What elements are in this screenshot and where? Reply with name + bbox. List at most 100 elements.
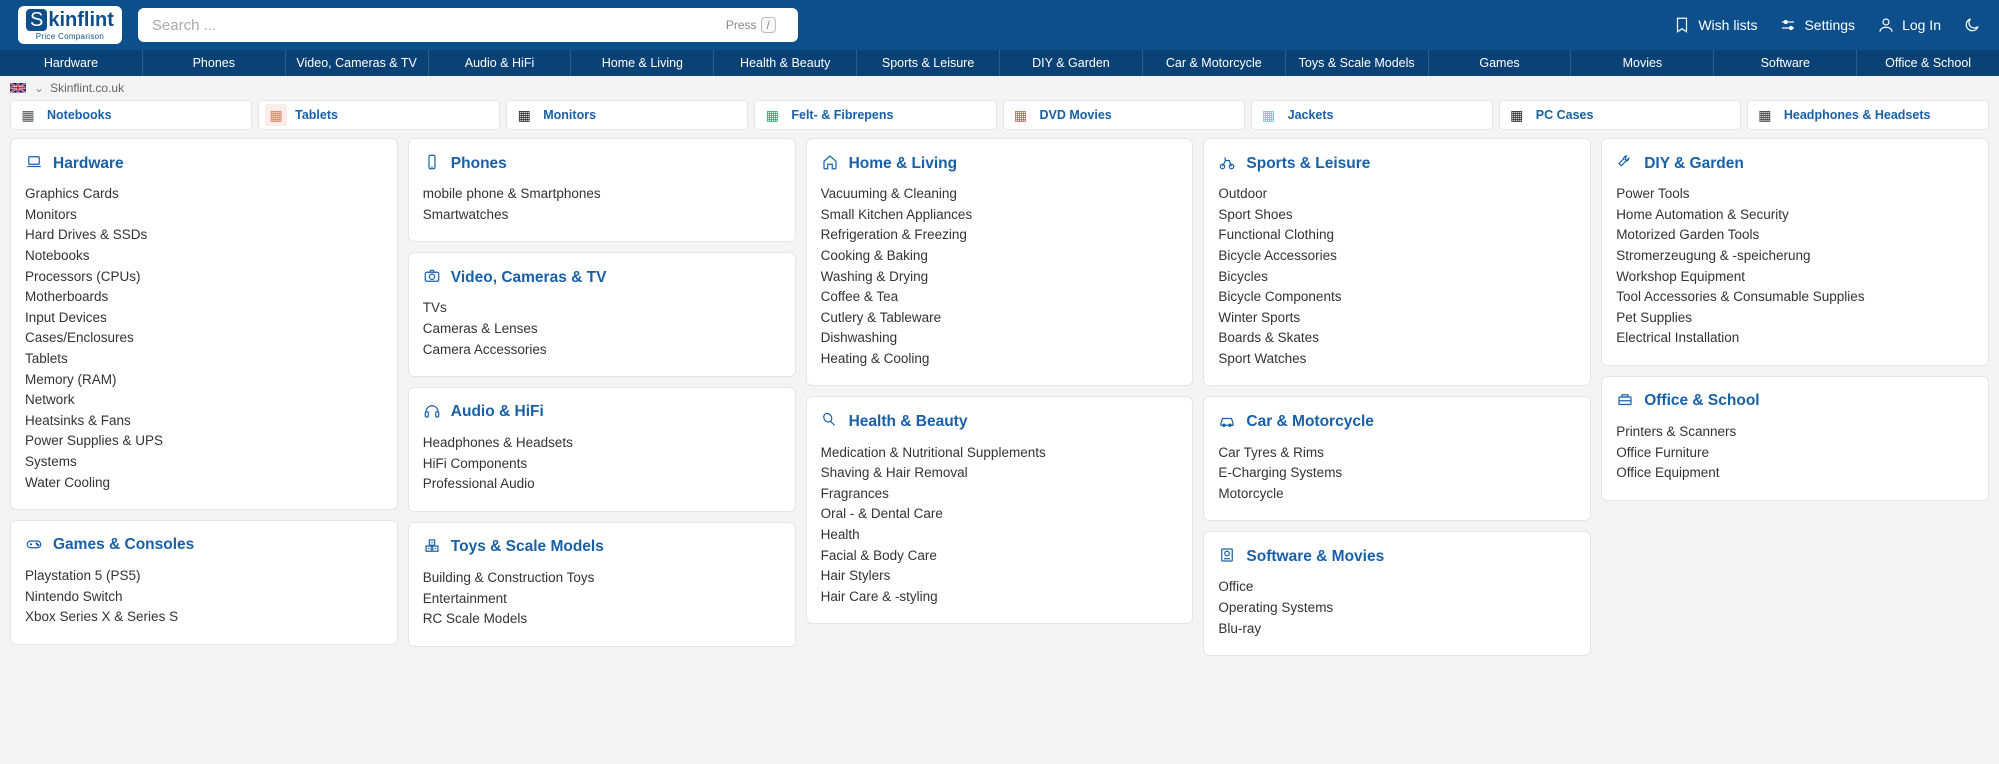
category-link[interactable]: Coffee & Tea	[821, 287, 1179, 308]
category-link[interactable]: Cooking & Baking	[821, 246, 1179, 267]
category-link[interactable]: Outdoor	[1218, 184, 1576, 205]
card-title[interactable]: Car & Motorcycle	[1246, 413, 1373, 431]
category-link[interactable]: Vacuuming & Cleaning	[821, 184, 1179, 205]
category-link[interactable]: Sport Watches	[1218, 349, 1576, 370]
category-link[interactable]: Pet Supplies	[1616, 308, 1974, 329]
card-title[interactable]: Office & School	[1644, 392, 1759, 410]
category-link[interactable]: Xbox Series X & Series S	[25, 607, 383, 628]
category-link[interactable]: Tool Accessories & Consumable Supplies	[1616, 287, 1974, 308]
category-link[interactable]: Heating & Cooling	[821, 349, 1179, 370]
category-link[interactable]: Headphones & Headsets	[423, 433, 781, 454]
category-link[interactable]: Cutlery & Tableware	[821, 308, 1179, 329]
quick-link[interactable]: ▦Monitors	[506, 100, 748, 130]
card-title[interactable]: Video, Cameras & TV	[451, 269, 607, 287]
category-link[interactable]: Shaving & Hair Removal	[821, 463, 1179, 484]
category-link[interactable]: Car Tyres & Rims	[1218, 442, 1576, 463]
theme-toggle[interactable]	[1963, 16, 1981, 34]
category-link[interactable]: Heatsinks & Fans	[25, 411, 383, 432]
logo[interactable]: Skinflint Price Comparison	[18, 6, 122, 44]
category-link[interactable]: Stromerzeugung & -speicherung	[1616, 246, 1974, 267]
nav-item[interactable]: Office & School	[1857, 50, 1999, 76]
nav-item[interactable]: DIY & Garden	[1000, 50, 1143, 76]
card-title[interactable]: Toys & Scale Models	[451, 538, 604, 556]
nav-item[interactable]: Software	[1714, 50, 1857, 76]
flag-icon[interactable]	[10, 83, 26, 93]
category-link[interactable]: Playstation 5 (PS5)	[25, 566, 383, 587]
category-link[interactable]: Oral - & Dental Care	[821, 504, 1179, 525]
category-link[interactable]: Building & Construction Toys	[423, 568, 781, 589]
category-link[interactable]: Network	[25, 390, 383, 411]
category-link[interactable]: Office Furniture	[1616, 442, 1974, 463]
category-link[interactable]: Cameras & Lenses	[423, 319, 781, 340]
category-link[interactable]: Memory (RAM)	[25, 369, 383, 390]
quick-link[interactable]: ▦Notebooks	[10, 100, 252, 130]
nav-item[interactable]: Phones	[143, 50, 286, 76]
category-link[interactable]: Bicycle Accessories	[1218, 246, 1576, 267]
category-link[interactable]: Dishwashing	[821, 328, 1179, 349]
nav-item[interactable]: Video, Cameras & TV	[286, 50, 429, 76]
category-link[interactable]: Camera Accessories	[423, 339, 781, 360]
quick-link[interactable]: ▦Jackets	[1251, 100, 1493, 130]
category-link[interactable]: Operating Systems	[1218, 598, 1576, 619]
category-link[interactable]: Refrigeration & Freezing	[821, 225, 1179, 246]
category-link[interactable]: Office	[1218, 577, 1576, 598]
category-link[interactable]: Sport Shoes	[1218, 205, 1576, 226]
category-link[interactable]: Smartwatches	[423, 205, 781, 226]
category-link[interactable]: Entertainment	[423, 588, 781, 609]
nav-item[interactable]: Sports & Leisure	[857, 50, 1000, 76]
quick-link[interactable]: ▦Felt- & Fibrepens	[754, 100, 996, 130]
category-link[interactable]: Washing & Drying	[821, 266, 1179, 287]
category-link[interactable]: E-Charging Systems	[1218, 463, 1576, 484]
card-title[interactable]: Games & Consoles	[53, 536, 194, 554]
category-link[interactable]: Winter Sports	[1218, 308, 1576, 329]
quick-link[interactable]: ▦DVD Movies	[1003, 100, 1245, 130]
category-link[interactable]: Hair Care & -styling	[821, 587, 1179, 608]
category-link[interactable]: Fragrances	[821, 484, 1179, 505]
card-title[interactable]: Audio & HiFi	[451, 403, 544, 421]
nav-item[interactable]: Hardware	[0, 50, 143, 76]
category-link[interactable]: Notebooks	[25, 246, 383, 267]
category-link[interactable]: Monitors	[25, 205, 383, 226]
category-link[interactable]: Motorcycle	[1218, 484, 1576, 505]
category-link[interactable]: Motorized Garden Tools	[1616, 225, 1974, 246]
category-link[interactable]: Hard Drives & SSDs	[25, 225, 383, 246]
quick-link[interactable]: ▦PC Cases	[1499, 100, 1741, 130]
category-link[interactable]: Graphics Cards	[25, 184, 383, 205]
card-title[interactable]: Sports & Leisure	[1246, 155, 1370, 173]
category-link[interactable]: Power Supplies & UPS	[25, 431, 383, 452]
category-link[interactable]: Power Tools	[1616, 184, 1974, 205]
nav-item[interactable]: Health & Beauty	[714, 50, 857, 76]
category-link[interactable]: Printers & Scanners	[1616, 422, 1974, 443]
category-link[interactable]: Processors (CPUs)	[25, 266, 383, 287]
category-link[interactable]: Bicycles	[1218, 266, 1576, 287]
category-link[interactable]: Hair Stylers	[821, 566, 1179, 587]
category-link[interactable]: Tablets	[25, 349, 383, 370]
category-link[interactable]: Professional Audio	[423, 474, 781, 495]
category-link[interactable]: RC Scale Models	[423, 609, 781, 630]
chevron-down-icon[interactable]: ⌄	[34, 81, 44, 95]
category-link[interactable]: HiFi Components	[423, 454, 781, 475]
category-link[interactable]: Water Cooling	[25, 472, 383, 493]
category-link[interactable]: Blu-ray	[1218, 618, 1576, 639]
card-title[interactable]: Home & Living	[849, 155, 958, 173]
search-input[interactable]	[152, 17, 726, 34]
category-link[interactable]: Workshop Equipment	[1616, 266, 1974, 287]
category-link[interactable]: Office Equipment	[1616, 463, 1974, 484]
category-link[interactable]: TVs	[423, 298, 781, 319]
nav-item[interactable]: Games	[1429, 50, 1572, 76]
category-link[interactable]: Boards & Skates	[1218, 328, 1576, 349]
category-link[interactable]: Systems	[25, 452, 383, 473]
category-link[interactable]: Motherboards	[25, 287, 383, 308]
quick-link[interactable]: ▦Tablets	[258, 100, 500, 130]
search-button[interactable]	[782, 14, 790, 37]
nav-item[interactable]: Movies	[1571, 50, 1714, 76]
card-title[interactable]: Phones	[451, 155, 507, 173]
card-title[interactable]: Hardware	[53, 155, 124, 173]
settings-link[interactable]: Settings	[1779, 16, 1855, 34]
category-link[interactable]: Functional Clothing	[1218, 225, 1576, 246]
nav-item[interactable]: Audio & HiFi	[429, 50, 572, 76]
card-title[interactable]: Health & Beauty	[849, 413, 968, 431]
category-link[interactable]: Small Kitchen Appliances	[821, 205, 1179, 226]
wish-lists-link[interactable]: Wish lists	[1673, 16, 1757, 34]
category-link[interactable]: Medication & Nutritional Supplements	[821, 442, 1179, 463]
